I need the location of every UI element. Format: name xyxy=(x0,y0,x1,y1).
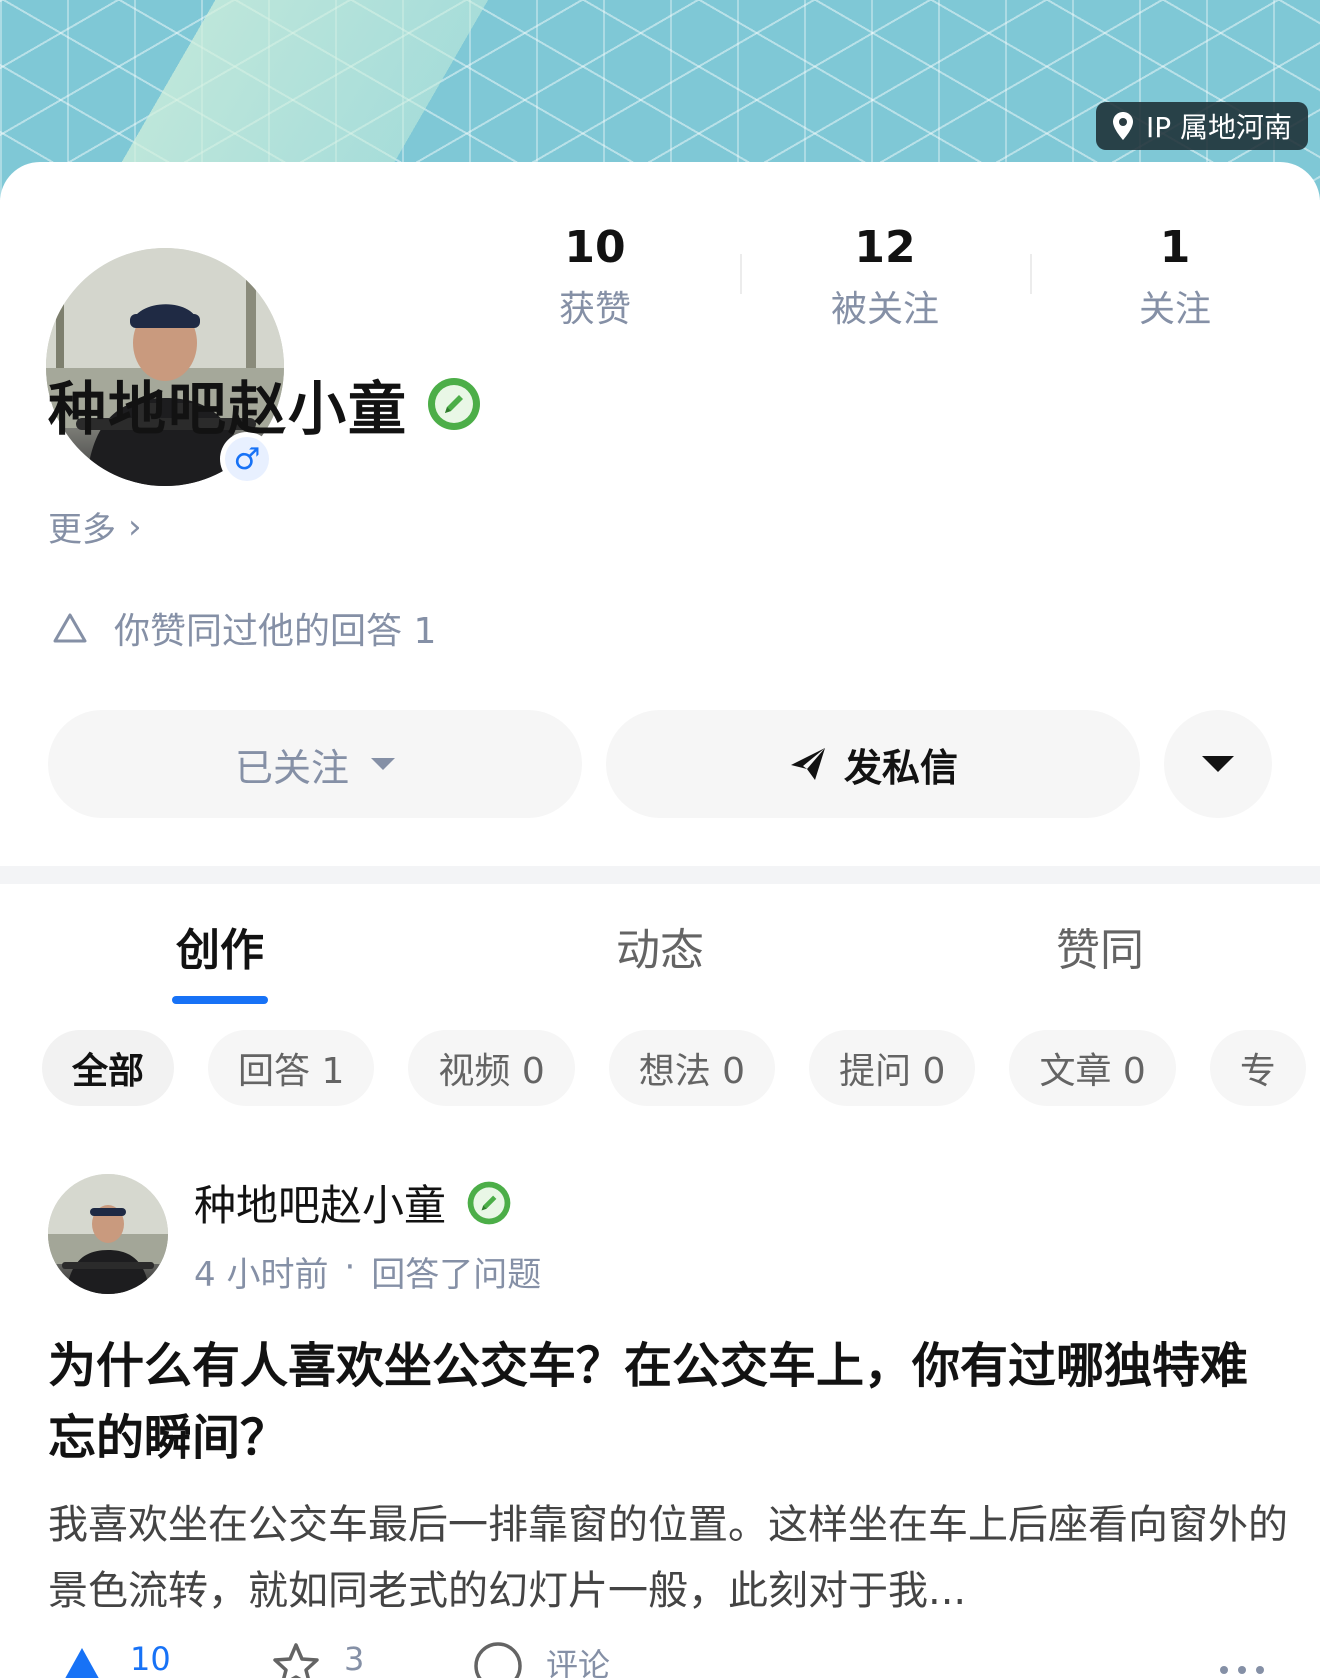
more-icon[interactable] xyxy=(1216,1640,1268,1678)
chip-questions[interactable]: 提问 0 xyxy=(809,1030,976,1106)
feed-action: 回答了问题 xyxy=(371,1255,542,1295)
upvote-outline-icon xyxy=(53,613,87,643)
stat-likes-label: 获赞 xyxy=(558,289,631,330)
location-pin-icon xyxy=(1112,112,1133,140)
feed-meta: 4 小时前 · 回答了问题 xyxy=(194,1247,541,1296)
stat-followers-label: 被关注 xyxy=(830,289,939,330)
pen-badge-icon[interactable] xyxy=(426,376,482,432)
more-link[interactable]: 更多 › xyxy=(48,502,142,551)
ip-location-text: IP 属地河南 xyxy=(1145,111,1292,144)
upvote-icon xyxy=(65,1648,99,1678)
chip-articles[interactable]: 文章 0 xyxy=(1009,1030,1176,1106)
tab-upvotes-label: 赞同 xyxy=(1056,925,1144,976)
question-title[interactable]: 为什么有人喜欢坐公交车？在公交车上，你有过哪独特难忘的瞬间？ xyxy=(48,1330,1288,1474)
stat-likes[interactable]: 10 获赞 xyxy=(450,218,740,330)
upvote-count: 10 xyxy=(130,1640,171,1678)
send-message-button[interactable]: 发私信 xyxy=(606,710,1140,818)
feed-item-header: 种地吧赵小童 4 小时前 · 回答了问题 xyxy=(48,1172,541,1296)
tab-creations-label: 创作 xyxy=(176,925,264,976)
profile-card: ♂ 10 获赞 12 被关注 1 关注 种地吧赵小童 更多 › 你赞同过他的回答… xyxy=(0,162,1320,867)
tab-activity[interactable]: 动态 xyxy=(440,884,880,1004)
stat-likes-value: 10 xyxy=(564,222,626,273)
chip-all[interactable]: 全部 xyxy=(42,1030,175,1106)
tab-creations[interactable]: 创作 xyxy=(0,884,440,1004)
caret-down-icon xyxy=(1202,756,1234,772)
feed-time: 4 小时前 xyxy=(194,1255,329,1295)
profile-name: 种地吧赵小童 xyxy=(48,375,409,443)
chip-thoughts[interactable]: 想法 0 xyxy=(608,1030,776,1106)
content-tabs: 创作 动态 赞同 xyxy=(0,884,1320,1004)
more-label: 更多 xyxy=(48,510,116,550)
agreed-answers-note: 你赞同过他的回答 1 xyxy=(52,602,436,654)
paper-plane-icon xyxy=(790,748,825,780)
stat-following-label: 关注 xyxy=(1138,289,1211,330)
stat-following-value: 1 xyxy=(1159,222,1191,273)
active-tab-indicator xyxy=(172,996,268,1004)
author-avatar-photo xyxy=(48,1174,168,1294)
followed-label: 已关注 xyxy=(234,745,349,790)
answer-excerpt[interactable]: 我喜欢坐在公交车最后一排靠窗的位置。这样坐在车上后座看向窗外的景色流转，就如同老… xyxy=(48,1492,1288,1624)
star-icon xyxy=(273,1643,319,1678)
profile-stats: 10 获赞 12 被关注 1 关注 xyxy=(450,218,1320,330)
feed-actions: 10 3 评论 xyxy=(56,1640,1276,1678)
more-dots xyxy=(1220,1666,1264,1674)
profile-actions: 已关注 发私信 xyxy=(48,710,1272,818)
agreed-answers-text: 你赞同过他的回答 1 xyxy=(114,611,437,652)
stat-followers[interactable]: 12 被关注 xyxy=(740,218,1030,330)
followed-button[interactable]: 已关注 xyxy=(48,710,582,818)
meta-separator: · xyxy=(344,1247,356,1287)
stat-followers-value: 12 xyxy=(854,222,916,273)
filter-chips: 全部 回答 1 视频 0 想法 0 提问 0 文章 0 专 xyxy=(42,1030,1320,1108)
section-divider xyxy=(0,866,1320,884)
chevron-right-icon: › xyxy=(128,506,142,547)
send-message-label: 发私信 xyxy=(843,745,958,790)
author-avatar[interactable] xyxy=(48,1174,168,1294)
upvote-button[interactable]: 10 xyxy=(56,1640,171,1678)
favorite-count: 3 xyxy=(344,1640,365,1678)
profile-name-row: 种地吧赵小童 xyxy=(48,362,482,446)
chip-columns[interactable]: 专 xyxy=(1209,1030,1306,1106)
caret-down-icon xyxy=(371,758,395,770)
tab-activity-label: 动态 xyxy=(616,925,704,976)
comment-icon xyxy=(474,1642,522,1678)
favorite-button[interactable]: 3 xyxy=(270,1640,364,1678)
stat-following[interactable]: 1 关注 xyxy=(1030,218,1320,330)
chip-videos[interactable]: 视频 0 xyxy=(408,1030,575,1106)
tab-upvotes[interactable]: 赞同 xyxy=(880,884,1320,1004)
pen-badge-icon xyxy=(466,1180,512,1226)
chip-answers[interactable]: 回答 1 xyxy=(208,1030,375,1106)
ip-location-badge: IP 属地河南 xyxy=(1095,102,1308,150)
more-actions-button[interactable] xyxy=(1164,710,1272,818)
author-name[interactable]: 种地吧赵小童 xyxy=(194,1172,446,1233)
comment-label: 评论 xyxy=(546,1646,611,1678)
comment-button[interactable]: 评论 xyxy=(472,1640,610,1678)
